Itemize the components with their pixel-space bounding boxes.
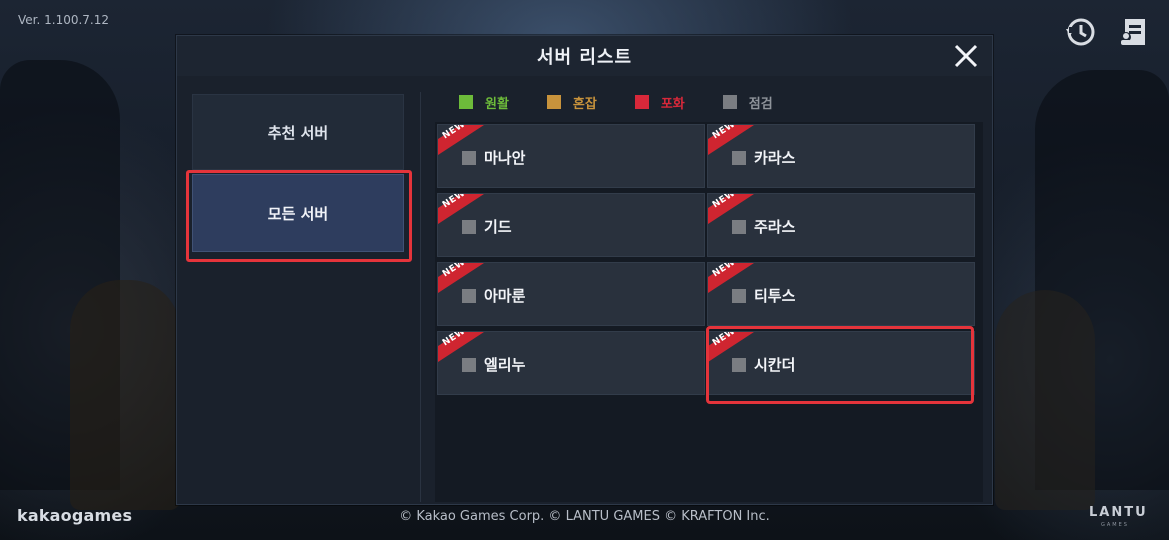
server-name: 엘리누: [484, 356, 526, 374]
modal-header: 서버 리스트: [177, 36, 992, 76]
legend-label: 혼잡: [572, 96, 597, 112]
legend-swatch: [546, 95, 561, 109]
server-card-sikander[interactable]: NEW 시칸더: [707, 331, 975, 395]
server-card-juras[interactable]: NEW 주라스: [707, 193, 975, 257]
divider: [420, 92, 421, 502]
modal-title: 서버 리스트: [536, 47, 633, 68]
close-button[interactable]: [950, 40, 982, 72]
background-figure-left: [70, 280, 180, 510]
server-name: 주라스: [754, 218, 796, 236]
server-card-karas[interactable]: NEW 카라스: [707, 124, 975, 188]
server-card-titus[interactable]: NEW 티투스: [707, 262, 975, 326]
server-name: 티투스: [754, 287, 796, 305]
status-indicator: [462, 220, 476, 234]
legend-item-full: 포화: [634, 93, 685, 112]
server-name: 카라스: [754, 149, 796, 167]
server-list-modal: 서버 리스트 추천 서버 모든 서버 원활 혼잡 포화 점검 NEW 마나안 N…: [176, 35, 993, 505]
tab-label: 모든 서버: [267, 204, 329, 223]
status-indicator: [732, 289, 746, 303]
legend-item-busy: 혼잡: [546, 93, 597, 112]
notice-icon[interactable]: [1116, 14, 1152, 50]
tab-all-servers[interactable]: 모든 서버: [192, 174, 404, 252]
version-label: Ver. 1.100.7.12: [18, 13, 110, 27]
legend-swatch: [459, 95, 473, 109]
close-icon: [954, 44, 978, 68]
server-category-sidebar: 추천 서버 모든 서버: [192, 94, 404, 252]
legend-label: 포화: [660, 96, 685, 112]
legend-item-smooth: 원활: [459, 93, 509, 112]
lantu-logo: LANTU: [1089, 505, 1148, 520]
server-name: 아마룬: [484, 287, 526, 305]
server-name: 마나안: [484, 149, 526, 167]
server-card-gid[interactable]: NEW 기드: [437, 193, 705, 257]
tab-label: 추천 서버: [267, 123, 329, 142]
server-name: 시칸더: [754, 356, 796, 374]
status-indicator: [462, 151, 476, 165]
legend-swatch: [634, 95, 649, 109]
legend-label: 점검: [748, 96, 773, 112]
legend-item-maintenance: 점검: [722, 93, 773, 112]
server-card-mananan[interactable]: NEW 마나안: [437, 124, 705, 188]
status-indicator: [732, 151, 746, 165]
server-card-amarun[interactable]: NEW 아마룬: [437, 262, 705, 326]
copyright-text: © Kakao Games Corp. © LANTU GAMES © KRAF…: [399, 509, 770, 524]
status-indicator: [462, 289, 476, 303]
server-name: 기드: [484, 218, 512, 236]
server-grid: NEW 마나안 NEW 카라스 NEW 기드 NEW 주라스 NEW 아마룬 N…: [435, 122, 983, 502]
status-indicator: [462, 358, 476, 372]
status-indicator: [732, 358, 746, 372]
legend-swatch: [722, 95, 737, 109]
status-legend: 원활 혼잡 포화 점검: [459, 92, 811, 112]
status-indicator: [732, 220, 746, 234]
restore-icon[interactable]: [1062, 14, 1098, 50]
tab-recommended-servers[interactable]: 추천 서버: [192, 94, 404, 170]
legend-label: 원활: [485, 96, 509, 112]
background-figure-right: [995, 290, 1095, 510]
server-card-elinu[interactable]: NEW 엘리누: [437, 331, 705, 395]
lantu-logo-sub: GAMES: [1101, 522, 1129, 528]
